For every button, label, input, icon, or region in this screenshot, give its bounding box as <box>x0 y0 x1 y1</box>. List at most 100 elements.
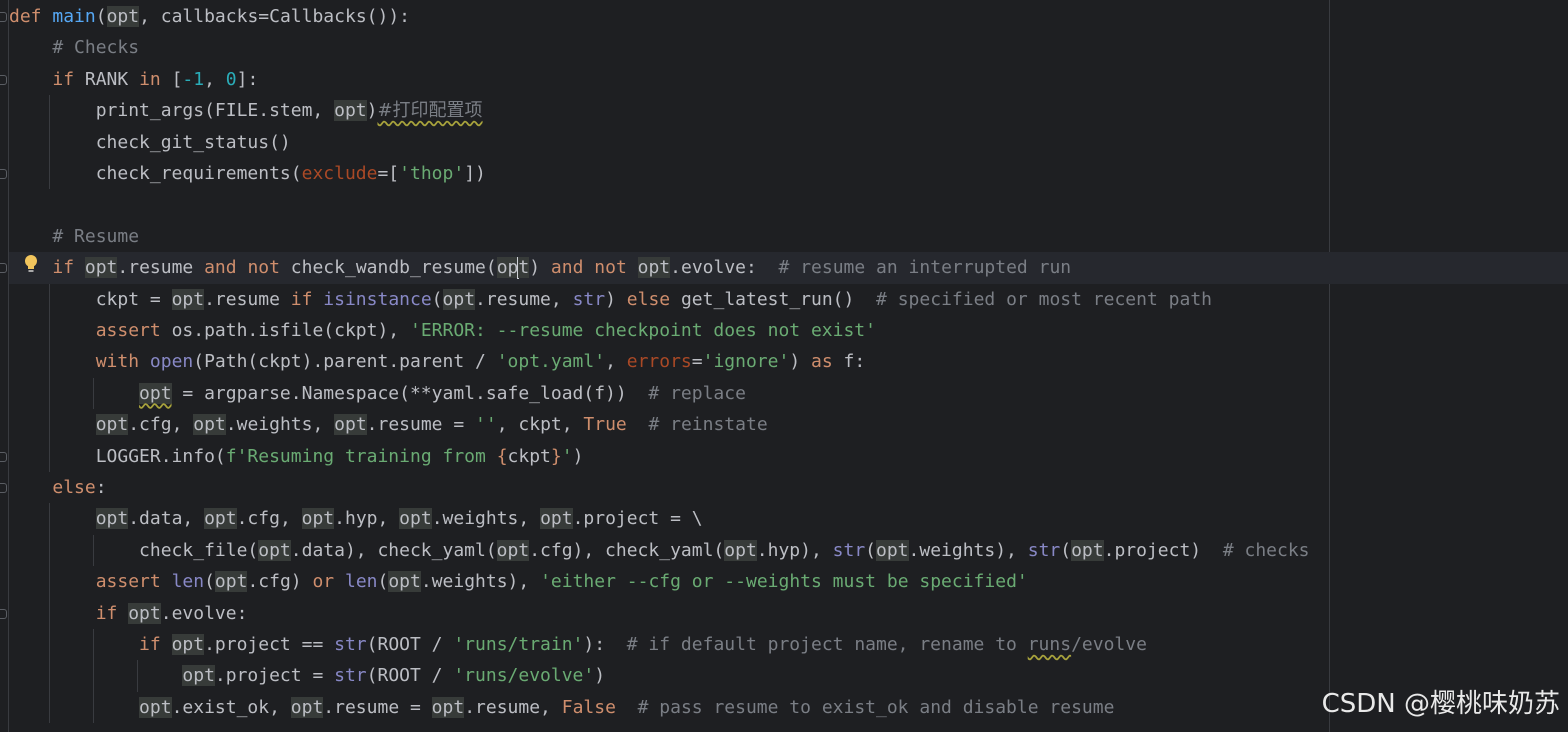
code-token: str <box>572 288 606 310</box>
code-token: .evolve: <box>160 602 248 624</box>
code-token: ( <box>95 6 107 27</box>
code-token: else <box>626 288 681 310</box>
code-token: ) <box>572 445 584 467</box>
code-token: 0 <box>225 68 237 90</box>
code-token: } <box>550 445 562 467</box>
code-editor[interactable]: def main(opt, callbacks=Callbacks()): # … <box>0 0 1568 732</box>
code-token: if <box>139 634 172 655</box>
code-token: .exist_ok, <box>171 696 291 718</box>
code-token: -1 <box>182 68 205 90</box>
code-line[interactable]: check_requirements(exclude=['thop']) <box>9 158 1568 189</box>
code-line[interactable]: LOGGER.info(f'Resuming training from {ck… <box>9 441 1568 472</box>
code-token: .cfg, <box>128 414 194 436</box>
editor-gutter[interactable] <box>0 0 9 732</box>
code-line[interactable]: if opt.evolve: <box>9 598 1568 629</box>
code-token: f: <box>843 351 866 373</box>
code-line[interactable]: def main(opt, callbacks=Callbacks()): <box>9 1 1568 32</box>
fold-marker-icon[interactable] <box>0 169 7 179</box>
code-token: str <box>832 539 866 561</box>
code-token: str <box>334 665 367 687</box>
code-line[interactable] <box>9 189 1568 220</box>
code-token: .weights, <box>225 414 335 436</box>
code-token: ( <box>377 571 389 593</box>
fold-marker-icon[interactable] <box>0 74 7 85</box>
code-line[interactable]: opt = argparse.Namespace(**yaml.safe_loa… <box>9 378 1568 409</box>
code-token: opt <box>95 414 129 436</box>
code-line[interactable]: with open(Path(ckpt).parent.parent / 'op… <box>9 346 1568 377</box>
code-token: and not <box>550 257 638 279</box>
code-token: .hyp), <box>756 539 833 561</box>
fold-marker-icon[interactable] <box>0 12 7 22</box>
indent-guide <box>137 660 138 692</box>
code-token: ( <box>865 539 876 561</box>
fold-marker-icon[interactable] <box>0 608 7 619</box>
code-token: check_file( <box>9 539 259 561</box>
code-line[interactable]: if opt.project == str(ROOT / 'runs/train… <box>9 629 1568 660</box>
lightbulb-icon[interactable] <box>24 254 38 274</box>
code-token: { <box>496 445 508 467</box>
code-line[interactable]: opt.cfg, opt.weights, opt.resume = '', c… <box>9 409 1568 440</box>
code-line[interactable]: # Checks <box>9 32 1568 63</box>
indent-guide <box>49 503 50 724</box>
code-line[interactable]: check_git_status() <box>9 127 1568 158</box>
code-token: 'ERROR: --resume checkpoint does not exi… <box>409 320 876 341</box>
fold-marker-icon[interactable] <box>0 483 7 493</box>
code-token: True <box>583 414 649 436</box>
code-line[interactable]: if RANK in [-1, 0]: <box>9 64 1568 95</box>
fold-marker-icon[interactable] <box>0 263 7 274</box>
code-token: # specified or most recent path <box>876 288 1212 310</box>
code-token: , <box>605 351 627 373</box>
code-token: opt <box>637 257 671 279</box>
code-token: 'thop' <box>399 163 465 184</box>
code-token: ) <box>594 665 606 687</box>
code-token: def <box>9 6 53 27</box>
code-token: if <box>52 257 85 279</box>
code-token: check_requirements( <box>9 163 302 184</box>
code-token: main <box>52 6 96 27</box>
code-token: opt <box>214 571 248 593</box>
code-token: [ <box>171 68 183 90</box>
code-token: .resume <box>117 257 205 279</box>
indent-guide <box>49 283 50 472</box>
code-token: opt <box>204 508 237 530</box>
code-token: =[ <box>377 163 400 184</box>
code-line[interactable]: else: <box>9 472 1568 503</box>
code-token: len <box>344 571 378 593</box>
code-token: if <box>290 288 324 310</box>
code-token: (ROOT / <box>366 634 454 655</box>
code-line[interactable]: opt.data, opt.cfg, opt.hyp, opt.weights,… <box>9 503 1568 534</box>
code-token: ( <box>204 571 215 593</box>
code-token: , ckpt, <box>496 414 584 436</box>
code-token: : <box>95 477 107 498</box>
code-token: opt <box>540 508 573 530</box>
code-token: ) <box>366 100 378 122</box>
code-token: .project == <box>204 634 335 655</box>
code-token: # replace <box>648 382 746 404</box>
code-token: 'either --cfg or --weights must be speci… <box>540 571 1028 593</box>
code-token: 'opt.yaml' <box>496 351 606 373</box>
indent-guide <box>93 534 94 567</box>
code-token: errors <box>626 351 692 373</box>
code-line[interactable]: ckpt = opt.resume if isinstance(opt.resu… <box>9 284 1568 315</box>
code-token: ) <box>605 288 627 310</box>
code-token: .evolve: <box>670 257 779 279</box>
code-token: check_wandb_resume( <box>290 257 497 279</box>
code-token: or <box>312 571 345 593</box>
code-token: .cfg, <box>236 508 302 530</box>
code-line[interactable]: # Resume <box>9 221 1568 252</box>
code-token: opt <box>106 6 140 27</box>
code-token: get_latest_run() <box>680 288 877 310</box>
code-line[interactable]: assert len(opt.cfg) or len(opt.weights),… <box>9 566 1568 597</box>
code-line[interactable]: assert os.path.isfile(ckpt), 'ERROR: --r… <box>9 315 1568 346</box>
indent-guide <box>49 95 50 190</box>
code-line[interactable]: print_args(FILE.stem, opt)#打印配置项 <box>9 95 1568 126</box>
code-token: opt <box>171 634 205 655</box>
code-line[interactable]: if opt .resume and not check_wandb_resume… <box>9 252 1568 284</box>
code-token: # Resume <box>52 225 140 247</box>
code-line[interactable]: check_file(opt.data), check_yaml(opt.cfg… <box>9 535 1568 566</box>
fold-marker-icon[interactable] <box>0 451 7 462</box>
code-token: .resume, <box>475 288 573 310</box>
